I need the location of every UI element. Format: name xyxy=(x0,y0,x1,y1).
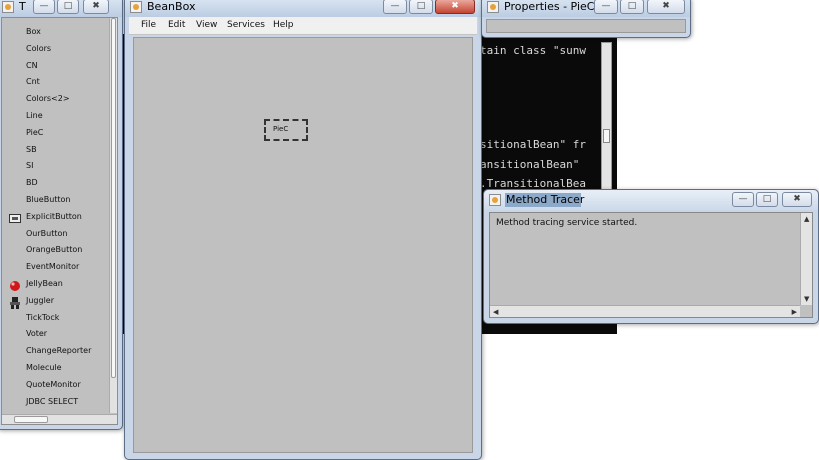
tracer-horizontal-scrollbar[interactable]: ◀ ▶ xyxy=(490,305,800,317)
scroll-thumb[interactable] xyxy=(603,129,610,143)
tool-item[interactable]: OurButton xyxy=(26,229,67,238)
menu-services[interactable]: Services xyxy=(227,20,265,30)
minimize-icon[interactable]: — xyxy=(383,0,407,14)
tool-item[interactable]: Molecule xyxy=(26,363,62,372)
toolbox-titlebar[interactable]: T — □ ✖ xyxy=(0,0,122,17)
tool-item[interactable]: OrangeButton xyxy=(26,245,82,254)
scroll-left-icon[interactable]: ◀ xyxy=(493,308,498,316)
tool-item[interactable]: SI xyxy=(26,161,33,170)
method-tracer-window: Method Tracer — □ ✖ Method tracing servi… xyxy=(483,189,819,324)
tool-item[interactable]: Colors xyxy=(26,44,51,53)
scroll-right-icon[interactable]: ▶ xyxy=(792,308,797,316)
tool-item[interactable]: Juggler xyxy=(26,296,54,305)
tool-item[interactable]: TickTock xyxy=(26,313,59,322)
scroll-down-icon[interactable]: ▼ xyxy=(804,295,809,303)
jellybean-icon xyxy=(9,277,21,291)
button-icon xyxy=(9,210,21,223)
maximize-icon[interactable]: □ xyxy=(57,0,79,14)
tool-item[interactable]: CN xyxy=(26,61,38,70)
bean-canvas[interactable]: PieC xyxy=(133,37,473,453)
app-icon xyxy=(489,194,501,206)
console-line: ansitionalBean" xyxy=(480,158,580,171)
juggler-icon xyxy=(9,294,21,309)
tool-item[interactable]: PieC xyxy=(26,128,43,137)
tool-item[interactable]: SB xyxy=(26,145,37,154)
menu-view[interactable]: View xyxy=(196,20,217,30)
tool-item[interactable]: ExplicitButton xyxy=(26,212,82,221)
minimize-icon[interactable]: — xyxy=(732,192,754,207)
close-icon[interactable]: ✖ xyxy=(647,0,685,14)
piec-bean-label: PieC xyxy=(273,125,289,133)
tracer-message: Method tracing service started. xyxy=(496,218,638,228)
beanbox-title: BeanBox xyxy=(147,0,196,13)
properties-title: Properties - PieC xyxy=(504,0,595,13)
scroll-thumb[interactable] xyxy=(14,416,48,423)
properties-panel xyxy=(486,19,686,33)
minimize-icon[interactable]: — xyxy=(33,0,55,14)
beanbox-window: BeanBox — □ ✖ File Edit View Services He… xyxy=(124,0,482,460)
tool-item[interactable]: JellyBean xyxy=(26,279,63,288)
app-icon xyxy=(487,1,499,13)
toolbox-list: Box Colors CN Cnt Colors<2> Line PieC SB SI BD Blu… xyxy=(1,17,118,425)
maximize-icon[interactable]: □ xyxy=(620,0,644,14)
close-icon[interactable]: ✖ xyxy=(435,0,475,14)
close-icon[interactable]: ✖ xyxy=(83,0,109,14)
tracer-titlebar[interactable]: Method Tracer — □ ✖ xyxy=(484,190,818,210)
tool-item[interactable]: BlueButton xyxy=(26,195,71,204)
close-icon[interactable]: ✖ xyxy=(782,192,812,207)
toolbox-window: T — □ ✖ Box Colors CN Cnt Colors<2> Line PieC S… xyxy=(0,0,123,430)
toolbox-horizontal-scrollbar[interactable] xyxy=(2,414,117,424)
console-line: tain class "sunw xyxy=(480,44,586,57)
menu-file[interactable]: File xyxy=(141,20,156,30)
menu-bar: File Edit View Services Help xyxy=(129,17,477,35)
maximize-icon[interactable]: □ xyxy=(756,192,778,207)
tool-item[interactable]: ChangeReporter xyxy=(26,346,91,355)
tracer-log[interactable]: Method tracing service started. ▲ ▼ ◀ ▶ xyxy=(489,212,813,318)
menu-edit[interactable]: Edit xyxy=(168,20,185,30)
app-icon xyxy=(130,1,142,13)
menu-help[interactable]: Help xyxy=(273,20,294,30)
scroll-thumb[interactable] xyxy=(111,18,116,378)
maximize-icon[interactable]: □ xyxy=(409,0,433,14)
tracer-title: Method Tracer xyxy=(506,193,585,206)
tool-item[interactable]: BD xyxy=(26,178,38,187)
tool-item[interactable]: Voter xyxy=(26,329,47,338)
toolbox-vertical-scrollbar[interactable] xyxy=(109,18,117,413)
minimize-icon[interactable]: — xyxy=(594,0,618,14)
tool-item[interactable]: Line xyxy=(26,111,43,120)
properties-titlebar[interactable]: Properties - PieC — □ ✖ xyxy=(482,0,690,17)
tool-item[interactable]: EventMonitor xyxy=(26,262,79,271)
tracer-vertical-scrollbar[interactable]: ▲ ▼ xyxy=(800,213,812,305)
tool-item[interactable]: QuoteMonitor xyxy=(26,380,81,389)
tool-item[interactable]: Box xyxy=(26,27,41,36)
properties-window: Properties - PieC — □ ✖ xyxy=(481,0,691,38)
tool-item[interactable]: Colors<2> xyxy=(26,94,70,103)
console-scrollbar[interactable] xyxy=(601,42,612,194)
toolbox-title: T xyxy=(19,0,26,13)
piec-bean[interactable]: PieC xyxy=(264,119,308,141)
console-line: sitionalBean" fr xyxy=(480,138,586,151)
scroll-up-icon[interactable]: ▲ xyxy=(804,215,809,223)
beanbox-titlebar[interactable]: BeanBox — □ ✖ xyxy=(125,0,481,17)
tool-item[interactable]: Cnt xyxy=(26,77,40,86)
tool-item[interactable]: JDBC SELECT xyxy=(26,397,78,406)
app-icon xyxy=(2,1,14,13)
